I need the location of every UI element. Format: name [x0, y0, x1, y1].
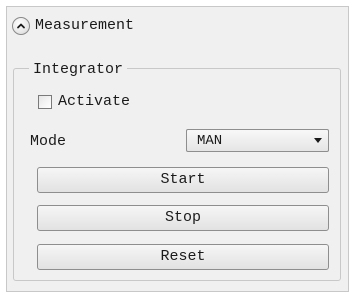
panel-header: Measurement [7, 7, 348, 43]
activate-label[interactable]: Activate [58, 93, 130, 111]
reset-button[interactable]: Reset [37, 244, 329, 270]
chevron-up-icon [17, 23, 25, 29]
activate-checkbox[interactable] [38, 95, 52, 109]
integrator-group-title: Integrator [29, 62, 128, 78]
stop-button[interactable]: Stop [37, 205, 329, 231]
panel-title: Measurement [35, 17, 135, 34]
collapse-button[interactable] [12, 17, 30, 35]
mode-select[interactable]: MAN [186, 129, 329, 152]
mode-label: Mode [30, 133, 67, 150]
dropdown-arrow-icon [314, 138, 322, 143]
start-button[interactable]: Start [37, 167, 329, 193]
mode-select-value: MAN [197, 133, 223, 149]
